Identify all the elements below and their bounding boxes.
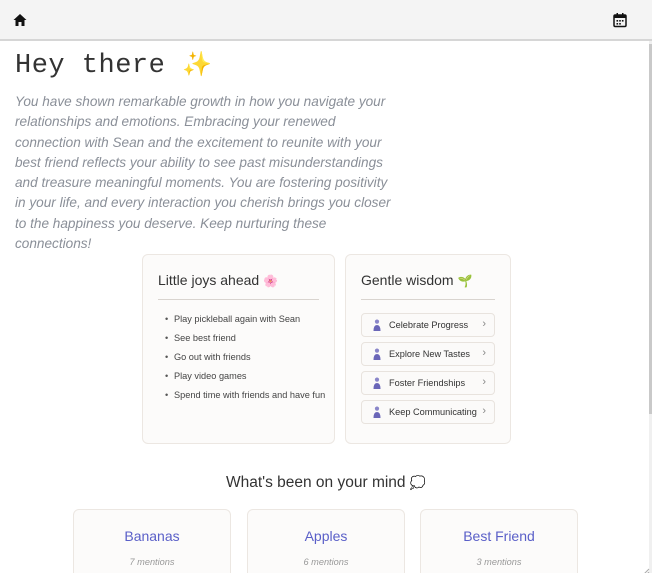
home-icon[interactable] [12, 12, 28, 28]
little-joys-list: Play pickleball again with Sean See best… [165, 313, 325, 408]
topic-card-bananas[interactable]: Bananas 7 mentions [73, 509, 231, 573]
person-icon [373, 319, 381, 331]
wisdom-item-label: Keep Communicating [389, 407, 477, 417]
topic-mentions: 7 mentions [129, 557, 175, 567]
little-joys-card: Little joys ahead 🌸 Play pickleball agai… [142, 254, 335, 444]
on-your-mind-heading: What's been on your mind 💭 [0, 474, 652, 492]
list-item: Spend time with friends and have fun [165, 389, 325, 408]
topic-name: Apples [304, 528, 348, 544]
divider [158, 299, 319, 300]
resize-grip-icon[interactable] [642, 563, 650, 573]
person-icon [373, 406, 381, 418]
gentle-wisdom-card: Gentle wisdom 🌱 Celebrate Progress › Exp… [345, 254, 511, 444]
little-joys-title-text: Little joys ahead [158, 272, 260, 288]
topic-card-best-friend[interactable]: Best Friend 3 mentions [420, 509, 578, 573]
wisdom-item-label: Explore New Tastes [389, 349, 471, 359]
list-item: Play pickleball again with Sean [165, 313, 325, 332]
gentle-wisdom-title-text: Gentle wisdom [361, 272, 454, 288]
list-item: See best friend [165, 332, 325, 351]
top-bar [0, 0, 652, 41]
wisdom-item-foster-friendships[interactable]: Foster Friendships › [361, 371, 495, 395]
wisdom-item-label: Foster Friendships [389, 378, 466, 388]
chevron-right-icon: › [482, 405, 486, 417]
topic-mentions: 6 mentions [303, 557, 349, 567]
wisdom-item-label: Celebrate Progress [389, 320, 469, 330]
greeting-text: Hey there [15, 51, 166, 81]
gentle-wisdom-title: Gentle wisdom 🌱 [361, 272, 472, 288]
wisdom-item-celebrate-progress[interactable]: Celebrate Progress › [361, 313, 495, 337]
chevron-right-icon: › [482, 318, 486, 330]
person-icon [373, 377, 381, 389]
wisdom-item-keep-communicating[interactable]: Keep Communicating › [361, 400, 495, 424]
chevron-right-icon: › [482, 347, 486, 359]
reflection-message: You have shown remarkable growth in how … [15, 94, 391, 252]
calendar-icon[interactable] [612, 12, 628, 28]
blossom-icon: 🌸 [263, 274, 279, 288]
list-item: Go out with friends [165, 351, 325, 370]
chevron-right-icon: › [482, 376, 486, 388]
person-icon [373, 348, 381, 360]
greeting-heading: Hey there ✨ [15, 50, 212, 81]
sparkles-icon: ✨ [182, 50, 213, 78]
wisdom-item-explore-new-tastes[interactable]: Explore New Tastes › [361, 342, 495, 366]
topic-mentions: 3 mentions [476, 557, 522, 567]
topic-name: Bananas [124, 528, 180, 544]
thought-bubble-icon: 💭 [409, 476, 427, 491]
list-item: Play video games [165, 370, 325, 389]
little-joys-title: Little joys ahead 🌸 [158, 272, 278, 288]
on-your-mind-title: What's been on your mind [225, 474, 406, 491]
topic-card-apples[interactable]: Apples 6 mentions [247, 509, 405, 573]
divider [361, 299, 495, 300]
seedling-icon: 🌱 [457, 274, 473, 288]
topic-name: Best Friend [463, 528, 535, 544]
